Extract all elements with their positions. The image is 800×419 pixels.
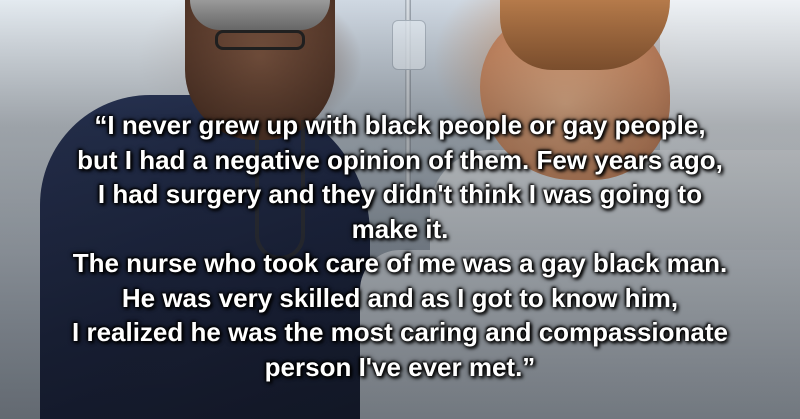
- quote-line: I had surgery and they didn't think I wa…: [97, 179, 703, 209]
- quote-line: “I never grew up with black people or ga…: [94, 110, 706, 140]
- photo-scene: “I never grew up with black people or ga…: [0, 0, 800, 419]
- quote-line: but I had a negative opinion of them. Fe…: [77, 144, 723, 175]
- quote-line: I realized he was the most caring and co…: [72, 317, 728, 347]
- quote-line: He was very skilled and as I got to know…: [121, 282, 679, 313]
- quote-line: make it.: [351, 213, 449, 244]
- quote-line: The nurse who took care of me was a gay …: [72, 248, 728, 278]
- quote-text: “I never grew up with black people or ga…: [0, 108, 800, 419]
- quote-line: person I've ever met.”: [264, 351, 536, 382]
